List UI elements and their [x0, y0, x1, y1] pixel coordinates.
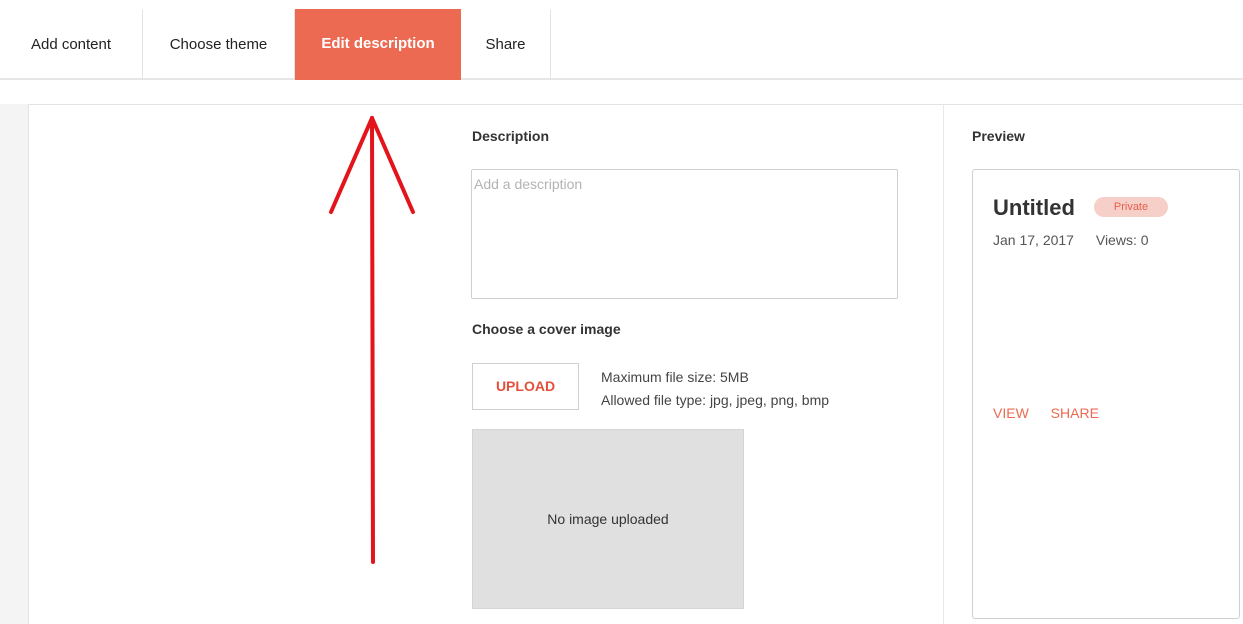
preview-date: Jan 17, 2017 — [993, 232, 1074, 248]
privacy-badge: Private — [1094, 197, 1168, 217]
column-divider — [943, 104, 944, 624]
preview-card-meta: Jan 17, 2017 Views: 0 — [993, 232, 1149, 248]
cover-image-placeholder: No image uploaded — [472, 429, 744, 609]
upload-button[interactable]: UPLOAD — [472, 363, 579, 410]
tab-share[interactable]: Share — [461, 10, 551, 80]
preview-card: Untitled Private Jan 17, 2017 Views: 0 V… — [972, 169, 1240, 619]
description-heading: Description — [472, 128, 550, 144]
share-link[interactable]: SHARE — [1051, 405, 1099, 421]
tab-bar: Add content Choose theme Edit descriptio… — [0, 0, 1243, 80]
cover-image-heading: Choose a cover image — [472, 321, 621, 337]
preview-views: Views: 0 — [1095, 232, 1149, 248]
max-file-size-text: Maximum file size: 5MB — [601, 369, 749, 385]
tab-choose-theme[interactable]: Choose theme — [143, 10, 295, 80]
description-input[interactable] — [471, 169, 898, 299]
preview-heading: Preview — [972, 128, 1025, 144]
no-image-text: No image uploaded — [547, 511, 669, 527]
tab-edit-description[interactable]: Edit description — [295, 9, 461, 80]
left-gutter — [0, 104, 28, 624]
preview-card-links: VIEW SHARE — [993, 405, 1099, 421]
page: Add content Choose theme Edit descriptio… — [0, 0, 1243, 624]
view-link[interactable]: VIEW — [993, 405, 1029, 421]
file-info: Maximum file size: 5MB Allowed file type… — [601, 366, 829, 412]
preview-card-title: Untitled — [993, 195, 1075, 220]
allowed-file-types-text: Allowed file type: jpg, jpeg, png, bmp — [601, 392, 830, 408]
tab-add-content[interactable]: Add content — [0, 10, 143, 80]
